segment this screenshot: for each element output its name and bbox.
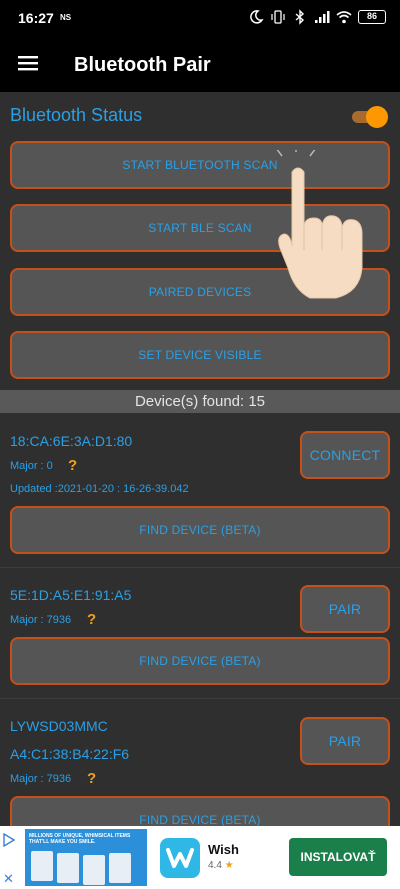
ad-product-card — [31, 851, 53, 881]
pair-button[interactable]: PAIR — [300, 585, 390, 633]
ad-choices-icon[interactable] — [3, 833, 15, 847]
ad-product-card — [109, 853, 131, 883]
divider — [0, 698, 400, 699]
star-icon: ★ — [224, 860, 234, 871]
device-address: 5E:1D:A5:E1:91:A5 — [10, 587, 132, 603]
signal-icon — [315, 11, 330, 23]
moon-icon — [250, 10, 264, 24]
status-carrier: NS — [60, 13, 72, 22]
page-title: Bluetooth Pair — [74, 54, 211, 76]
bluetooth-status-label: Bluetooth Status — [10, 105, 143, 125]
device-address: A4:C1:38:B4:22:F6 — [10, 746, 130, 762]
device-major: Major : 7936 — [10, 614, 72, 626]
install-button[interactable]: INSTALOVAŤ — [289, 838, 387, 876]
status-icons: 86 — [248, 9, 386, 25]
set-device-visible-button[interactable]: SET DEVICE VISIBLE — [10, 331, 390, 379]
pair-button[interactable]: PAIR — [300, 717, 390, 765]
device-major: Major : 7936 — [10, 773, 72, 785]
hand-pointer-icon — [276, 150, 363, 299]
vibrate-icon — [271, 10, 285, 24]
wish-logo[interactable] — [160, 838, 200, 878]
ad-app-name: Wish — [208, 842, 239, 857]
device-major: Major : 0 — [10, 460, 53, 472]
device-unknown-icon: ? — [87, 611, 97, 628]
find-device-button[interactable]: FIND DEVICE (BETA) — [10, 506, 390, 554]
device-updated: Updated :2021-01-20 : 16-26-39.042 — [10, 483, 189, 495]
device-address: 18:CA:6E:3A:D1:80 — [10, 433, 133, 449]
device-unknown-icon: ? — [87, 770, 97, 787]
find-device-button[interactable]: FIND DEVICE (BETA) — [10, 637, 390, 685]
app-bar: Bluetooth Pair — [0, 36, 400, 92]
status-time: 16:27 — [18, 10, 54, 26]
toggle-thumb — [366, 106, 388, 128]
ad-banner-text: MILLIONS OF UNIQUE, WHIMSICAL ITEMS THAT… — [29, 833, 131, 845]
device-count: Device(s) found: 15 — [134, 393, 266, 410]
bluetooth-icon — [295, 9, 305, 25]
ad-product-card — [83, 855, 105, 885]
battery-icon: 86 — [358, 10, 386, 24]
wish-logo-icon — [166, 848, 194, 868]
wifi-icon — [336, 11, 352, 24]
bluetooth-toggle[interactable] — [352, 106, 388, 128]
divider — [0, 567, 400, 568]
ad-product-card — [57, 853, 79, 883]
ad-rating-value: 4.4 — [208, 860, 222, 871]
close-icon[interactable]: ✕ — [3, 871, 14, 887]
connect-button[interactable]: CONNECT — [300, 431, 390, 479]
menu-icon[interactable] — [18, 55, 38, 71]
ad-image[interactable]: MILLIONS OF UNIQUE, WHIMSICAL ITEMS THAT… — [25, 829, 147, 886]
device-unknown-icon: ? — [68, 457, 78, 474]
ad-rating: 4.4 ★ — [208, 860, 234, 871]
status-bar: 16:27 NS 86 — [0, 0, 400, 36]
device-name: LYWSD03MMC — [10, 718, 108, 734]
